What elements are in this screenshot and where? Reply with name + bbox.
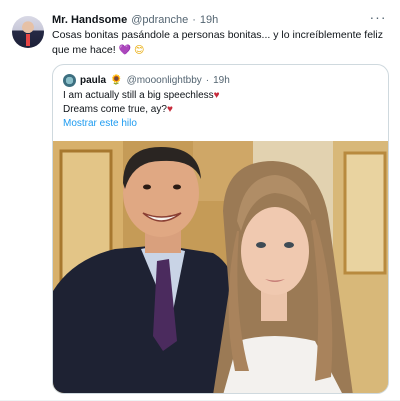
- tweet-header: Mr. Handsome @pdranche · 19h: [52, 12, 360, 28]
- quoted-line-1-text: I am actually still a big speechless: [63, 90, 214, 101]
- author-handle[interactable]: @pdranche: [131, 14, 188, 26]
- quoted-tweet-timestamp[interactable]: 19h: [213, 75, 230, 86]
- smile-emoji: 😊: [133, 44, 145, 56]
- show-thread-link[interactable]: Mostrar este hilo: [63, 118, 137, 129]
- quoted-author-name[interactable]: paula: [80, 75, 106, 86]
- red-heart-emoji: ♥: [213, 90, 220, 101]
- quoted-tweet-header: paula 🌻 @mooonlightbby · 19h: [63, 73, 230, 87]
- red-heart-emoji: ♥: [166, 103, 173, 115]
- quoted-tweet[interactable]: paula 🌻 @mooonlightbby · 19h I am actual…: [52, 64, 389, 394]
- tweet-text: Cosas bonitas pasándole a personas bonit…: [52, 28, 386, 58]
- photo-illustration: [53, 141, 388, 393]
- quoted-header-separator: ·: [205, 74, 210, 86]
- tweet-text-body: Cosas bonitas pasándole a personas bonit…: [52, 29, 383, 56]
- author-name[interactable]: Mr. Handsome: [52, 14, 127, 26]
- quoted-tweet-text: I am actually still a big speechless♥ Dr…: [63, 89, 378, 116]
- quoted-line-2-text: Dreams come true, ay?: [63, 103, 167, 115]
- sunflower-emoji: 🌻: [110, 74, 123, 86]
- quoted-line-1: I am actually still a big speechless♥: [63, 89, 378, 103]
- tweet-timestamp[interactable]: 19h: [200, 14, 218, 26]
- quoted-author-handle[interactable]: @mooonlightbby: [127, 75, 202, 86]
- more-options-icon[interactable]: ···: [368, 10, 388, 26]
- header-separator: ·: [192, 14, 196, 26]
- author-avatar[interactable]: [12, 16, 44, 48]
- purple-heart-emoji: 💜: [118, 44, 132, 56]
- quoted-line-2: Dreams come true, ay?♥: [63, 103, 378, 117]
- quoted-author-avatar[interactable]: [63, 73, 76, 87]
- selfie-photo[interactable]: [53, 141, 388, 393]
- tweet[interactable]: Mr. Handsome @pdranche · 19h ··· Cosas b…: [0, 0, 400, 401]
